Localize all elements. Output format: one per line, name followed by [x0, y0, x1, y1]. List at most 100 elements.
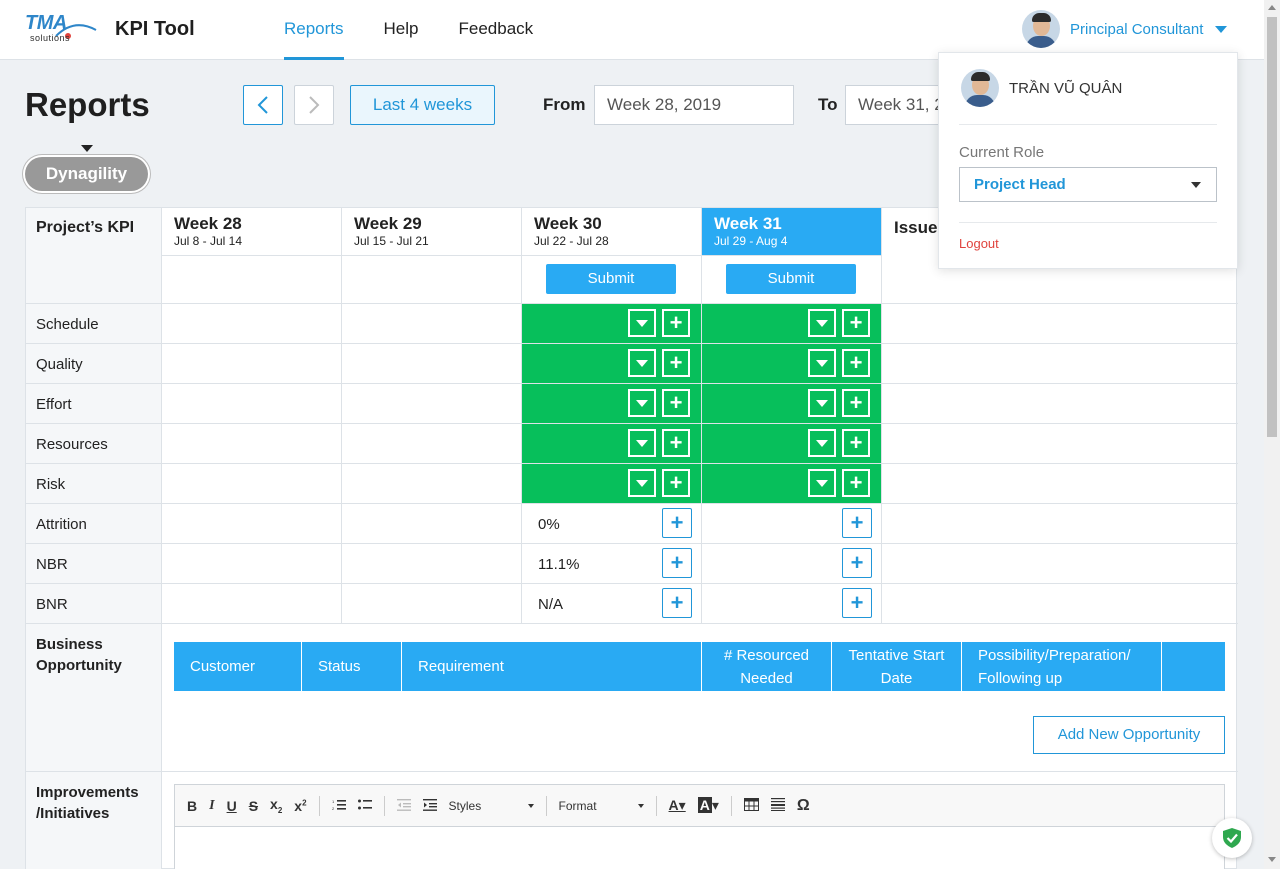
submit-week-31-button[interactable]: Submit [726, 264, 856, 294]
strikethrough-icon[interactable]: S [249, 798, 258, 814]
from-week-input[interactable]: Week 28, 2019 [594, 85, 794, 125]
status-dropdown-button[interactable] [808, 349, 836, 377]
last-4-weeks-button[interactable]: Last 4 weeks [350, 85, 495, 125]
add-new-opportunity-button[interactable]: Add New Opportunity [1033, 716, 1225, 754]
styles-dropdown[interactable]: Styles [449, 799, 534, 813]
submit-cell [342, 256, 522, 304]
plus-icon: + [669, 310, 683, 335]
status-dropdown-button[interactable] [628, 429, 656, 457]
kpi-cell: + [522, 344, 702, 384]
add-comment-button[interactable]: + [662, 309, 690, 337]
add-comment-button[interactable]: + [662, 429, 690, 457]
status-dropdown-button[interactable] [808, 389, 836, 417]
status-dropdown-button[interactable] [628, 349, 656, 377]
logout-link[interactable]: Logout [959, 236, 999, 251]
current-role-label: Current Role [959, 144, 1045, 161]
outdent-icon[interactable] [396, 798, 411, 814]
italic-icon[interactable]: I [209, 798, 214, 814]
scroll-down-icon[interactable] [1268, 857, 1276, 862]
main-nav: Reports Help Feedback [284, 0, 573, 60]
indent-icon[interactable] [422, 798, 437, 814]
kpi-cell: + [702, 424, 882, 464]
numbered-list-icon[interactable]: 12 [332, 798, 346, 814]
kpi-value: N/A [538, 596, 564, 613]
kpi-row-label-cell: NBR [26, 544, 162, 584]
role-select-value: Project Head [974, 176, 1066, 193]
add-value-button[interactable]: + [842, 508, 872, 538]
add-comment-button[interactable]: + [662, 389, 690, 417]
from-label: From [543, 95, 586, 114]
security-shield-icon[interactable] [1212, 818, 1252, 858]
divider [959, 222, 1217, 223]
scroll-up-icon[interactable] [1268, 5, 1276, 10]
kpi-cell [162, 544, 342, 584]
status-dropdown-button[interactable] [628, 309, 656, 337]
project-selector[interactable]: Dynagility [25, 157, 148, 191]
status-dropdown-button[interactable] [628, 389, 656, 417]
format-dropdown[interactable]: Format [559, 799, 644, 813]
page-scrollbar[interactable] [1264, 0, 1280, 869]
kpi-row-label: BNR [36, 596, 68, 613]
add-comment-button[interactable]: + [662, 469, 690, 497]
underline-icon[interactable]: U [227, 798, 237, 814]
nav-help[interactable]: Help [384, 0, 419, 60]
kpi-cell [342, 584, 522, 624]
plus-icon: + [849, 390, 863, 415]
caret-down-icon [816, 439, 828, 447]
bold-icon[interactable]: B [187, 798, 197, 814]
kpi-cell [342, 464, 522, 504]
bullet-list-icon[interactable] [357, 798, 372, 814]
add-comment-button[interactable]: + [842, 349, 870, 377]
add-value-button[interactable]: + [662, 588, 692, 618]
subscript-icon[interactable]: x2 [270, 796, 282, 815]
tma-logo[interactable]: TMA solutions [24, 12, 98, 46]
add-comment-button[interactable]: + [842, 309, 870, 337]
add-value-button[interactable]: + [662, 548, 692, 578]
role-select[interactable]: Project Head [959, 167, 1217, 202]
add-comment-button[interactable]: + [842, 389, 870, 417]
col-requirement: Requirement [402, 642, 702, 691]
kpi-cell [162, 344, 342, 384]
status-dropdown-button[interactable] [628, 469, 656, 497]
status-dropdown-button[interactable] [808, 309, 836, 337]
background-color-icon[interactable]: A ▾ [697, 797, 719, 814]
submit-cell: Submit [702, 256, 882, 304]
horizontal-line-icon[interactable] [770, 797, 785, 814]
nav-feedback[interactable]: Feedback [459, 0, 534, 60]
user-name: TRẦN VŨ QUÂN [1009, 80, 1123, 97]
add-comment-button[interactable]: + [662, 349, 690, 377]
table-icon[interactable] [743, 797, 759, 814]
status-dropdown-button[interactable] [808, 429, 836, 457]
user-dropdown: TRẦN VŨ QUÂN Current Role Project Head L… [938, 52, 1238, 269]
add-value-button[interactable]: + [842, 588, 872, 618]
user-menu-toggle[interactable]: Principal Consultant [1022, 10, 1228, 48]
nav-reports[interactable]: Reports [284, 0, 344, 60]
text-color-icon[interactable]: A▾ [669, 797, 686, 814]
kpi-cell [342, 384, 522, 424]
prev-period-button[interactable] [243, 85, 283, 125]
kpi-cell: + [702, 504, 882, 544]
week-title: Week 28 [174, 214, 242, 233]
kpi-cell [342, 424, 522, 464]
add-value-button[interactable]: + [662, 508, 692, 538]
add-comment-button[interactable]: + [842, 469, 870, 497]
status-dropdown-button[interactable] [808, 469, 836, 497]
kpi-header: Project’s KPI [36, 219, 135, 236]
superscript-icon[interactable]: x2 [294, 798, 306, 814]
submit-week-30-button[interactable]: Submit [546, 264, 676, 294]
improvements-editor[interactable]: B I U S x2 x2 12 Styles Format A▾ A ▾ Ω [174, 784, 1225, 869]
next-period-button[interactable] [294, 85, 334, 125]
chevron-left-icon [257, 96, 268, 114]
kpi-row-label: Attrition [36, 516, 87, 533]
special-character-icon[interactable]: Ω [797, 797, 810, 815]
kpi-cell [342, 304, 522, 344]
scrollbar-thumb[interactable] [1267, 17, 1277, 437]
kpi-cell [882, 384, 1238, 424]
avatar [1022, 10, 1060, 48]
kpi-row-label: Quality [36, 356, 83, 373]
week-range: Jul 15 - Jul 21 [354, 234, 429, 248]
toolbar-divider [383, 795, 385, 816]
add-value-button[interactable]: + [842, 548, 872, 578]
kpi-cell: + [522, 304, 702, 344]
add-comment-button[interactable]: + [842, 429, 870, 457]
